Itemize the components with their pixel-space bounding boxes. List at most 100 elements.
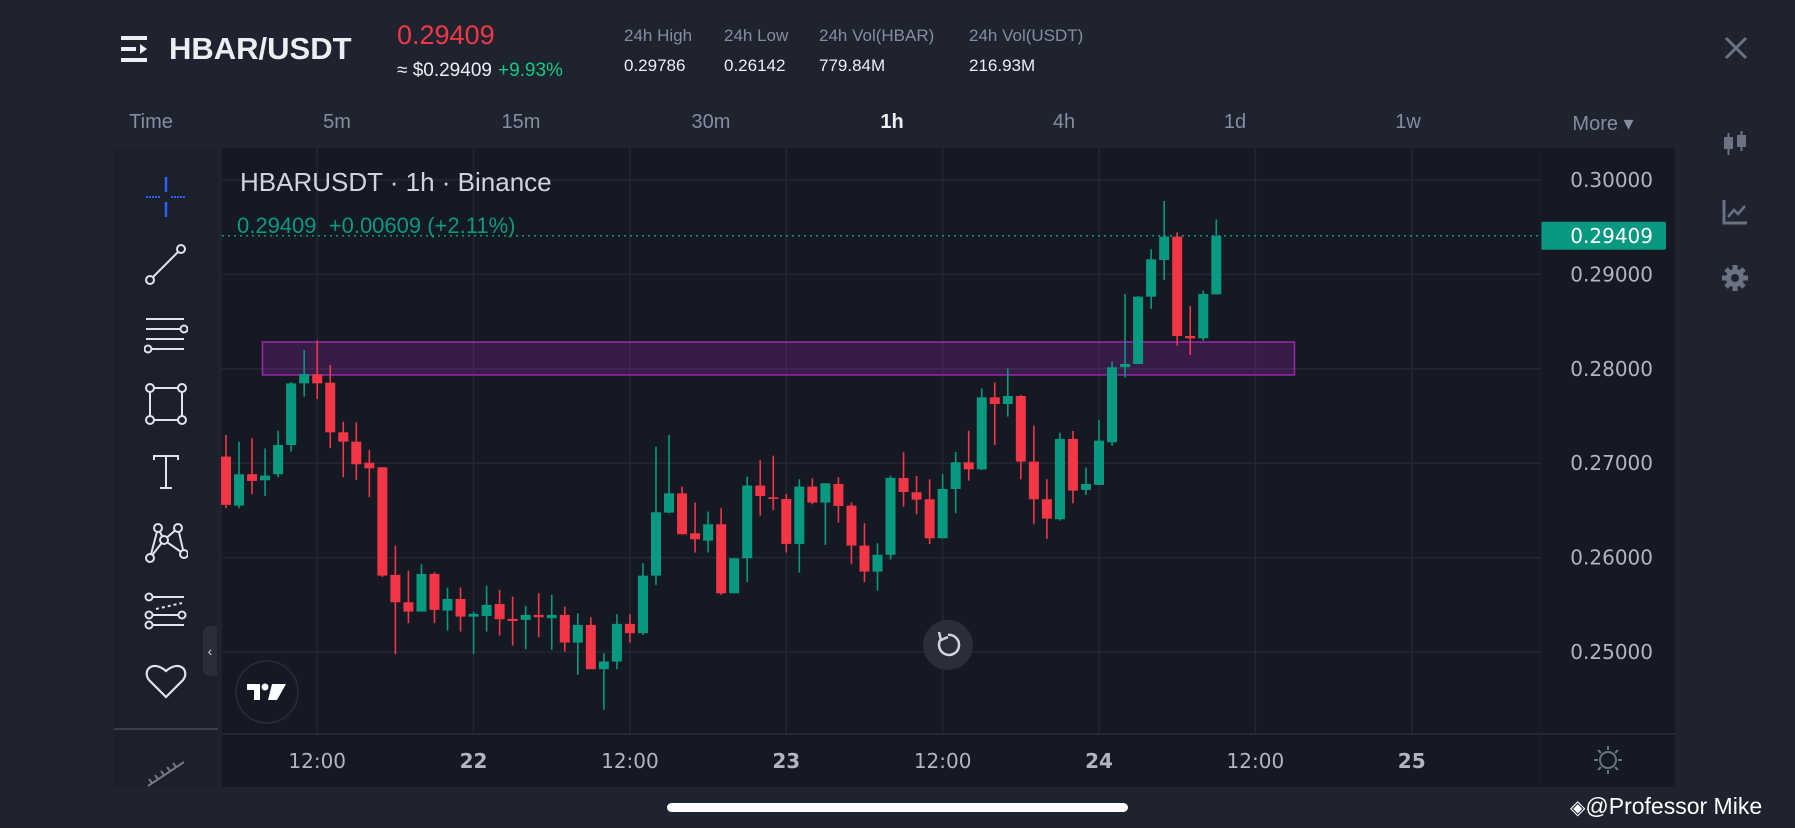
candle-body [598, 661, 609, 670]
y-tick-label: 0.30000 [1570, 168, 1653, 192]
candle [1211, 219, 1222, 295]
candle [859, 523, 870, 583]
candle-body [455, 598, 466, 617]
candle-body [416, 573, 427, 612]
candle [937, 473, 948, 539]
candle-body [937, 488, 948, 539]
candle [481, 585, 492, 632]
candle [664, 434, 675, 514]
candle [273, 430, 284, 478]
candle [351, 422, 362, 480]
candle [1198, 290, 1209, 341]
theme-sun-icon[interactable] [1592, 744, 1624, 776]
candle [976, 388, 987, 470]
y-tick-label: 0.25000 [1570, 640, 1653, 664]
candle [807, 478, 818, 505]
candle [611, 614, 622, 670]
candle [559, 606, 570, 652]
candle [911, 475, 922, 515]
candle-body [989, 397, 1000, 405]
candle [494, 589, 505, 636]
chart-title: HBARUSDT · 1h · Binance [240, 167, 552, 197]
candle-body [1146, 259, 1157, 297]
candle-body [559, 614, 570, 643]
candle [468, 611, 479, 655]
candle-body [1107, 367, 1118, 443]
candle-body [585, 624, 596, 670]
candle [1107, 361, 1118, 446]
candle-body [637, 575, 648, 634]
candle-body [1211, 235, 1222, 295]
candle-body [546, 614, 557, 619]
candle-body [794, 486, 805, 544]
candle [637, 563, 648, 635]
candle-body [429, 573, 440, 610]
candle-body [742, 485, 753, 559]
candle [377, 467, 388, 577]
candle [924, 479, 935, 544]
candle-body [1054, 438, 1065, 520]
candle-body [833, 483, 844, 506]
candle-body [390, 574, 401, 603]
candle-body [1133, 296, 1144, 364]
candle [1159, 200, 1170, 280]
y-tick-label: 0.27000 [1570, 451, 1653, 475]
candle [403, 570, 414, 624]
collapse-toolbar-chevron-icon[interactable]: ‹ [203, 626, 217, 676]
candle-body [690, 533, 701, 540]
candle [729, 558, 740, 594]
home-indicator[interactable] [667, 803, 1128, 812]
candle [1067, 431, 1078, 504]
y-tick-label: 0.26000 [1570, 546, 1653, 570]
candle [507, 596, 518, 646]
candle [624, 614, 635, 643]
candle [1120, 293, 1131, 378]
candle-body [520, 614, 531, 620]
candle [650, 446, 661, 585]
candle-body [1028, 461, 1039, 500]
candle [260, 448, 271, 496]
candle [325, 365, 336, 449]
candle [1094, 419, 1105, 485]
candle [416, 564, 427, 612]
candle [364, 449, 375, 498]
candle [1146, 249, 1157, 309]
candle [442, 587, 453, 631]
candle [781, 493, 792, 553]
candle [820, 483, 831, 545]
candle-body [781, 498, 792, 544]
candle-body [976, 397, 987, 470]
x-tick-label: 22 [460, 749, 488, 773]
candle [716, 508, 727, 595]
watermark: ◈@Professor Mike [1570, 793, 1762, 820]
candle-body [312, 374, 323, 384]
candle [286, 382, 297, 452]
candle-body [1159, 236, 1170, 260]
candle-body [911, 492, 922, 500]
candle-body [1094, 440, 1105, 485]
tradingview-logo-icon[interactable] [234, 659, 300, 725]
candle-body [1067, 438, 1078, 491]
candle-body [1185, 335, 1196, 339]
candle-body [1015, 395, 1026, 462]
candle-body [1041, 499, 1052, 519]
x-tick-label: 12:00 [914, 749, 972, 773]
candle-body [221, 456, 231, 505]
candle [963, 430, 974, 481]
candle-body [898, 477, 909, 492]
candle-body [442, 598, 453, 611]
candle-body [260, 475, 271, 481]
candle-body [234, 474, 245, 506]
candle [898, 452, 909, 507]
reset-chart-icon[interactable] [922, 619, 974, 671]
candle [1054, 432, 1065, 521]
candle-body [755, 485, 766, 496]
candle [520, 605, 531, 650]
candle-body [950, 462, 961, 489]
candle-body [1002, 395, 1013, 405]
candle [755, 459, 766, 516]
candle [690, 502, 701, 553]
candle [1041, 479, 1052, 539]
candle [338, 421, 349, 478]
candle-body [1080, 483, 1091, 490]
